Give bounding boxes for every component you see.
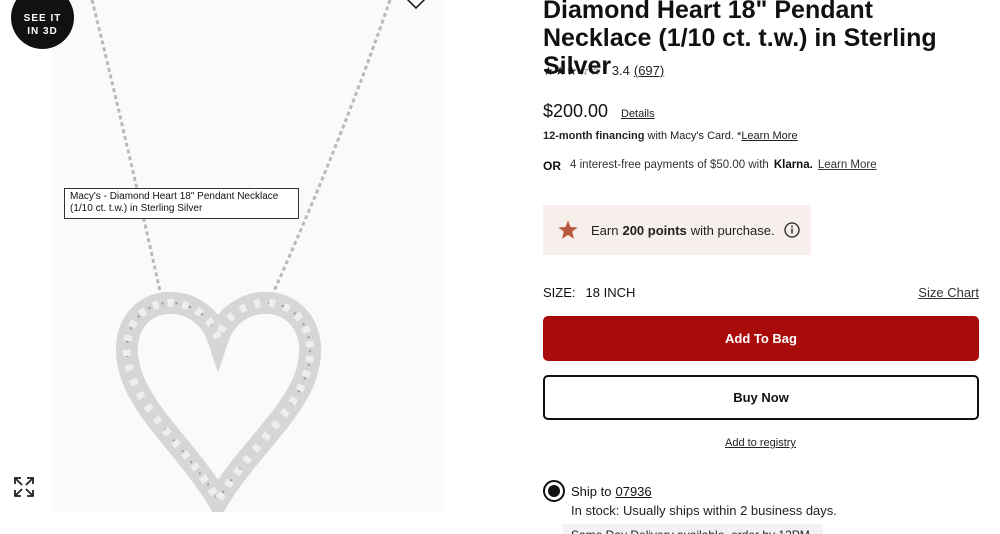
klarna-row: OR 4 interest-free payments of $50.00 wi… — [543, 157, 877, 173]
ship-to-row[interactable]: Ship to 07936 — [543, 480, 652, 502]
star-icon — [558, 220, 578, 239]
add-to-bag-button[interactable]: Add To Bag — [543, 316, 979, 361]
radio-selected-dot — [548, 485, 560, 497]
size-row: SIZE: 18 INCH Size Chart — [543, 285, 979, 300]
same-day-delivery-note: Same Day Delivery available, order by 12… — [563, 524, 823, 534]
points-pre: Earn — [591, 222, 619, 238]
klarna-learn-more-link[interactable]: Learn More — [818, 159, 877, 171]
expand-icon[interactable] — [13, 476, 35, 498]
image-tooltip: Macy's - Diamond Heart 18" Pendant Neckl… — [64, 188, 299, 219]
product-image-area: SEE IT IN 3D Macy's - Diamond Heart 18" … — [0, 0, 460, 534]
klarna-logo: Klarna. — [773, 159, 813, 171]
price-details-link[interactable]: Details — [621, 108, 655, 120]
product-price: $200.00 — [543, 101, 609, 121]
rating-value: 3.4 — [611, 63, 630, 78]
financing-learn-more-link[interactable]: Learn More — [741, 130, 797, 142]
see-3d-line1: SEE IT — [23, 12, 62, 24]
size-chart-link[interactable]: Size Chart — [918, 285, 979, 300]
add-to-registry-link[interactable]: Add to registry — [725, 437, 796, 449]
stock-status: In stock: Usually ships within 2 busines… — [571, 503, 837, 518]
or-label: OR — [543, 159, 561, 173]
info-icon[interactable] — [783, 222, 800, 238]
buy-now-button[interactable]: Buy Now — [543, 375, 979, 420]
rating-row[interactable]: ★★★☆☆ 3.4 (697) — [543, 63, 664, 78]
tooltip-line2: (1/10 ct. t.w.) in Sterling Silver — [70, 203, 203, 214]
financing-text: with Macy's Card. * — [647, 130, 742, 142]
see-3d-line2: IN 3D — [27, 25, 58, 37]
tooltip-line1: Macy's - Diamond Heart 18" Pendant Neckl… — [70, 191, 279, 202]
financing-bold: 12-month financing — [543, 130, 645, 142]
rewards-points-box: Earn 200 points with purchase. — [543, 205, 811, 255]
klarna-text: 4 interest-free payments of $50.00 with — [570, 159, 769, 171]
ship-radio[interactable] — [543, 480, 565, 502]
favorite-heart-icon[interactable] — [403, 0, 429, 10]
review-count-link[interactable]: (697) — [634, 63, 664, 78]
points-post: with purchase. — [690, 222, 775, 238]
zip-code-link[interactable]: 07936 — [615, 484, 651, 499]
financing-row: 12-month financing with Macy's Card. *Le… — [543, 130, 798, 142]
size-value: 18 INCH — [585, 285, 636, 300]
product-image[interactable] — [52, 0, 444, 522]
rating-stars-icon: ★★★☆☆ — [543, 63, 602, 78]
size-label: SIZE: — [543, 285, 576, 300]
points-amount: 200 points — [622, 222, 687, 238]
necklace-image — [90, 0, 392, 522]
ship-label: Ship to — [571, 483, 612, 499]
